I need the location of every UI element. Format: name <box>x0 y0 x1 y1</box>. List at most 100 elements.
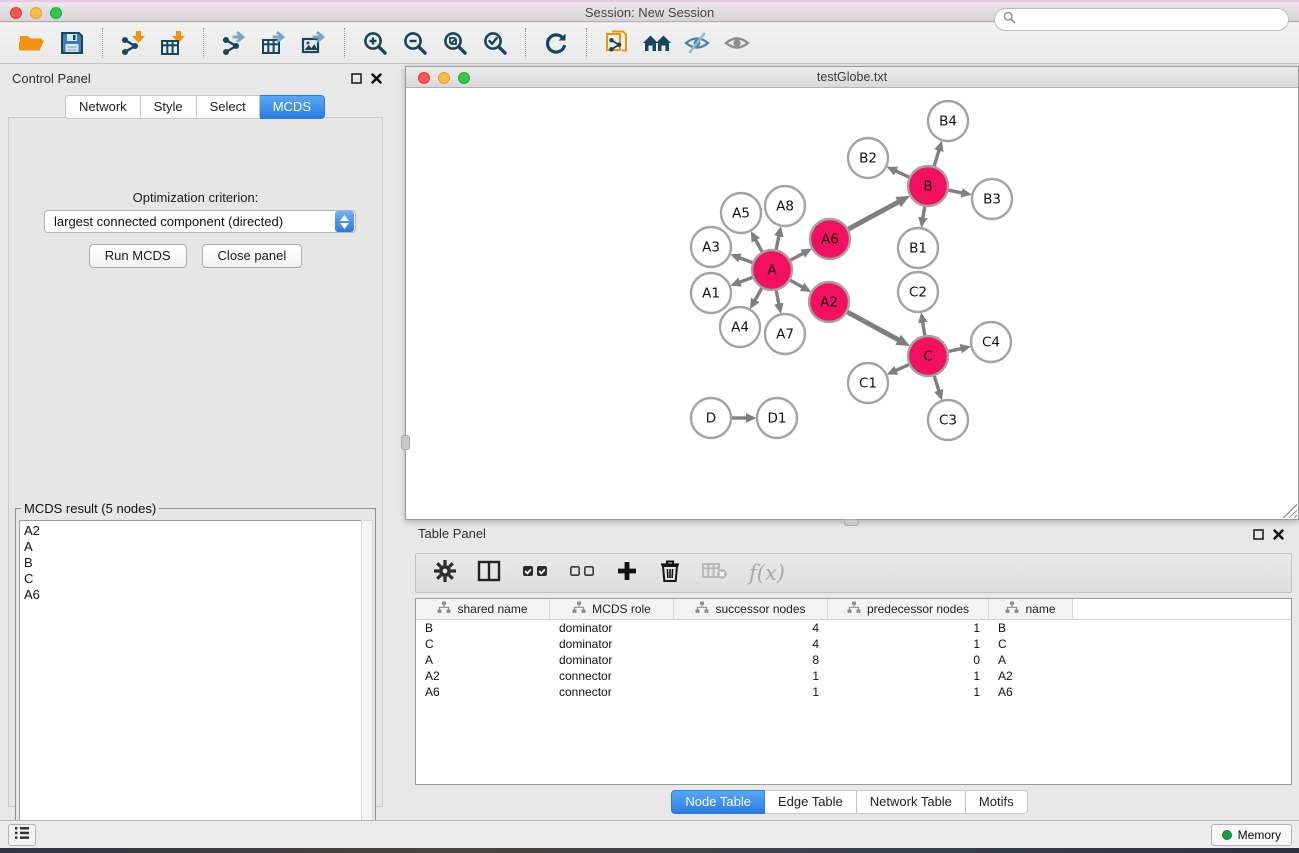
node-A5[interactable]: A5 <box>721 193 761 233</box>
table-row[interactable]: Cdominator41C <box>416 636 1291 652</box>
network-canvas[interactable]: B4 B2 B B3 A5A8A6 A3 B1 A A1 C2 A2 A4A7 C4 C C1 D D1 C3 <box>406 88 1298 519</box>
table-row[interactable]: Adominator80A <box>416 652 1291 668</box>
edge-A-A1[interactable] <box>740 277 753 282</box>
node-A3[interactable]: A3 <box>691 227 731 267</box>
column-header-successor-nodes[interactable]: successor nodes <box>674 599 828 619</box>
node-C1[interactable]: C1 <box>848 363 888 403</box>
node-table[interactable]: shared nameMCDS rolesuccessor nodesprede… <box>415 598 1292 785</box>
import-network-button[interactable] <box>113 26 153 60</box>
zoom-out-button[interactable] <box>395 26 435 60</box>
table-row[interactable]: Bdominator41B <box>416 620 1291 636</box>
float-table-panel-icon[interactable] <box>1253 527 1264 545</box>
node-B3[interactable]: B3 <box>972 179 1012 219</box>
split-panel-icon[interactable] <box>477 560 501 587</box>
tab-edge-table[interactable]: Edge Table <box>765 790 857 814</box>
window-resize-grip[interactable] <box>1283 504 1297 518</box>
node-B2[interactable]: B2 <box>848 138 888 178</box>
node-D1[interactable]: D1 <box>757 398 797 438</box>
memory-button[interactable]: Memory <box>1211 824 1292 846</box>
node-A2[interactable]: A2 <box>809 282 849 322</box>
criterion-dropdown[interactable]: largest connected component (directed) <box>44 210 356 233</box>
edge-C-C3[interactable] <box>934 376 939 391</box>
task-history-button[interactable] <box>8 824 36 846</box>
edge-B-B3[interactable] <box>949 190 963 193</box>
node-A4[interactable]: A4 <box>720 307 760 347</box>
edge-C-C4[interactable] <box>948 349 961 352</box>
refresh-button[interactable] <box>536 26 576 60</box>
checked-pair-icon[interactable] <box>522 560 548 587</box>
close-panel-button[interactable]: Close panel <box>202 244 303 268</box>
network-window-titlebar[interactable]: testGlobe.txt <box>406 67 1298 88</box>
close-panel-icon[interactable] <box>371 71 382 89</box>
save-button[interactable] <box>52 26 92 60</box>
export-table-button[interactable] <box>254 26 294 60</box>
edge-A-A5[interactable] <box>756 240 762 252</box>
edge-A2-C[interactable] <box>847 312 898 340</box>
float-panel-icon[interactable] <box>351 71 362 89</box>
mcds-result-item[interactable]: A <box>24 539 366 555</box>
node-B[interactable]: B <box>908 166 948 206</box>
import-table-button[interactable] <box>153 26 193 60</box>
close-table-panel-icon[interactable] <box>1273 527 1284 545</box>
zoom-selected-button[interactable] <box>475 26 515 60</box>
column-header-predecessor-nodes[interactable]: predecessor nodes <box>828 599 989 619</box>
mcds-result-item[interactable]: C <box>24 571 366 587</box>
edge-A-A4[interactable] <box>755 288 762 300</box>
column-header-shared-name[interactable]: shared name <box>416 599 550 619</box>
edge-C-C2[interactable] <box>923 322 925 335</box>
unchecked-pair-icon[interactable] <box>569 560 595 587</box>
zoom-fit-button[interactable] <box>435 26 475 60</box>
node-C4[interactable]: C4 <box>971 322 1011 362</box>
node-A[interactable]: A <box>752 250 792 290</box>
mcds-result-item[interactable]: B <box>24 555 366 571</box>
open-folder-button[interactable] <box>12 26 52 60</box>
tab-network[interactable]: Network <box>65 95 141 119</box>
home-button[interactable] <box>637 26 677 60</box>
search-box[interactable] <box>994 8 1289 31</box>
node-B1[interactable]: B1 <box>898 228 938 268</box>
new-network-file-button[interactable] <box>597 26 637 60</box>
edge-A-A8[interactable] <box>776 236 779 250</box>
tab-select[interactable]: Select <box>197 95 260 119</box>
result-list-scrollbar[interactable] <box>361 520 373 850</box>
tab-style[interactable]: Style <box>141 95 197 119</box>
edge-B-B2[interactable] <box>896 171 909 177</box>
edge-C-C1[interactable] <box>896 365 909 371</box>
node-A6[interactable]: A6 <box>810 219 850 259</box>
node-C[interactable]: C <box>908 336 948 376</box>
edge-B-B4[interactable] <box>934 150 939 166</box>
export-image-button[interactable] <box>294 26 334 60</box>
tab-network-table[interactable]: Network Table <box>857 790 966 814</box>
mcds-result-item[interactable]: A2 <box>24 523 366 539</box>
search-input[interactable] <box>1021 13 1280 27</box>
tab-node-table[interactable]: Node Table <box>671 790 765 814</box>
edge-A-A2[interactable] <box>790 280 802 287</box>
export-network-button[interactable] <box>214 26 254 60</box>
node-C2[interactable]: C2 <box>898 272 938 312</box>
edge-A-A3[interactable] <box>740 258 753 263</box>
run-mcds-button[interactable]: Run MCDS <box>89 244 187 268</box>
network-vertical-scrollbar[interactable] <box>401 435 410 450</box>
node-A1[interactable]: A1 <box>691 273 731 313</box>
mcds-result-item[interactable]: A6 <box>24 587 366 603</box>
table-row[interactable]: A6connector11A6 <box>416 684 1291 700</box>
mcds-result-list[interactable]: A2ABCA6 <box>19 520 367 850</box>
tab-mcds[interactable]: MCDS <box>260 95 325 119</box>
trash-icon[interactable] <box>659 559 681 588</box>
node-C3[interactable]: C3 <box>928 400 968 440</box>
node-D[interactable]: D <box>691 398 731 438</box>
node-A7[interactable]: A7 <box>765 314 805 354</box>
node-B4[interactable]: B4 <box>928 101 968 141</box>
edge-A-A6[interactable] <box>791 253 804 260</box>
edge-A-A7[interactable] <box>776 291 779 305</box>
gear-icon[interactable] <box>434 560 456 587</box>
tab-motifs[interactable]: Motifs <box>966 790 1028 814</box>
column-header-name[interactable]: name <box>989 599 1073 619</box>
edge-A6-B[interactable] <box>848 202 898 229</box>
column-header-MCDS-role[interactable]: MCDS role <box>550 599 674 619</box>
zoom-in-button[interactable] <box>355 26 395 60</box>
show-eye-button[interactable] <box>717 26 757 60</box>
hide-eye-button[interactable] <box>677 26 717 60</box>
edge-B-B1[interactable] <box>923 207 925 218</box>
node-A8[interactable]: A8 <box>765 186 805 226</box>
